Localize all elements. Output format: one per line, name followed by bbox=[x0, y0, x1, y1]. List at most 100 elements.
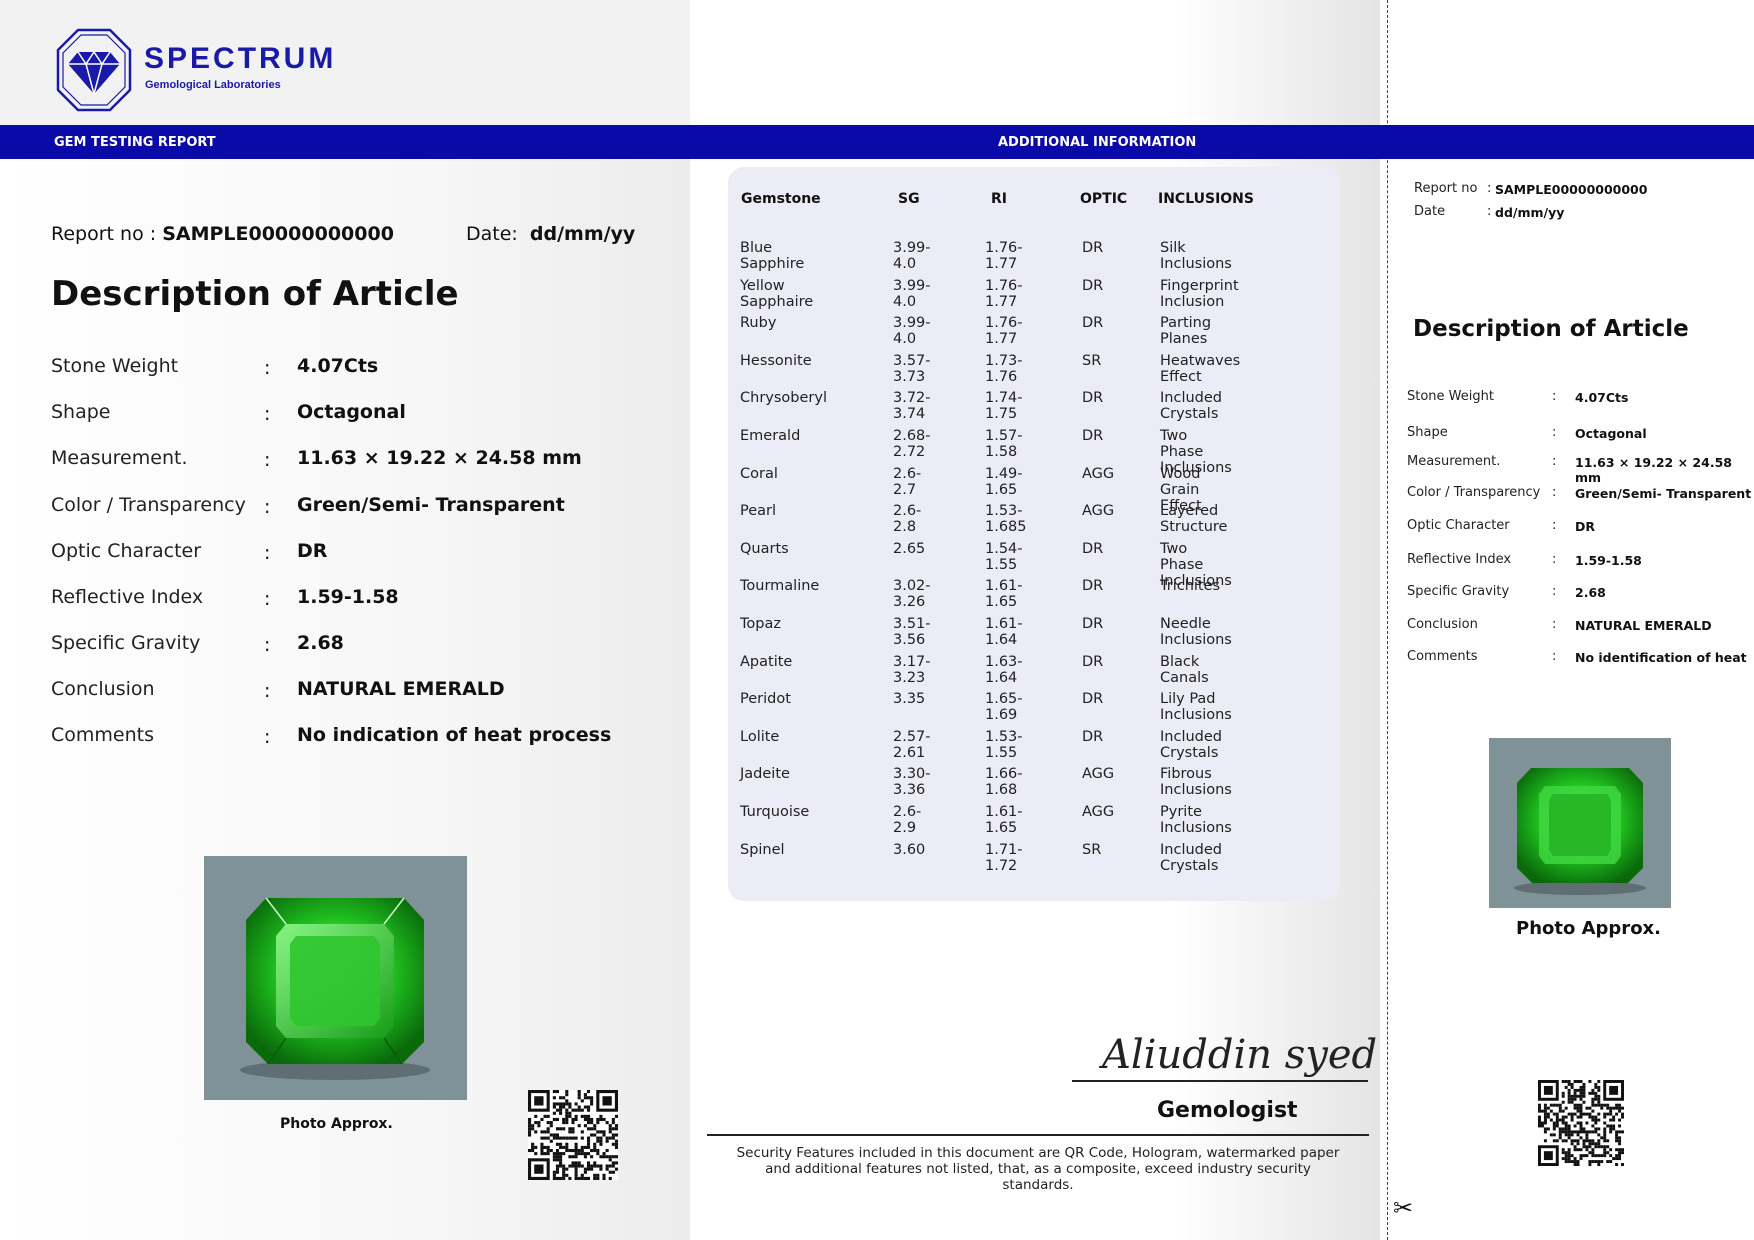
cell-gemstone: Chrysoberyl bbox=[740, 390, 827, 407]
gem-photo bbox=[204, 856, 467, 1100]
cell-ri: 1.57-1.58 bbox=[985, 428, 1023, 460]
cell-optic: SR bbox=[1082, 352, 1102, 369]
stub-field-colon: : bbox=[1552, 518, 1557, 533]
signer-role: Gemologist bbox=[1157, 1098, 1298, 1123]
stub-date: dd/mm/yy bbox=[1495, 205, 1565, 220]
field-value: DR bbox=[297, 540, 328, 562]
cell-gemstone: Peridot bbox=[740, 691, 791, 708]
diamond-octagon-icon bbox=[56, 28, 132, 112]
cell-sg: 3.02-3.26 bbox=[893, 578, 931, 611]
cell-gemstone: Yellow Sapphaire bbox=[740, 277, 814, 310]
stub-date-label: Date bbox=[1414, 204, 1446, 219]
field-value: 2.68 bbox=[297, 632, 344, 654]
cell-gemstone: Turquoise bbox=[740, 804, 810, 820]
additional-information-label: ADDITIONAL INFORMATION bbox=[998, 135, 1197, 150]
cell-inclusions: Included Crystals bbox=[1160, 390, 1222, 423]
stub-field-colon: : bbox=[1552, 485, 1557, 500]
cell-ri: 1.65-1.69 bbox=[985, 691, 1023, 724]
cell-inclusions: Included Crystals bbox=[1160, 728, 1222, 761]
cell-ri: 1.74-1.75 bbox=[985, 390, 1023, 423]
cell-inclusions: Pyrite Inclusions bbox=[1160, 804, 1232, 836]
scissors-icon: ✂ bbox=[1393, 1194, 1414, 1222]
cell-gemstone: Lolite bbox=[740, 728, 780, 745]
field-label: Optic Character bbox=[51, 540, 202, 562]
cell-gemstone: Quarts bbox=[740, 540, 789, 557]
cell-sg: 2.6-2.9 bbox=[893, 804, 922, 836]
cell-sg: 3.35 bbox=[893, 691, 926, 708]
cell-inclusions: Heatwaves Effect bbox=[1160, 352, 1241, 385]
cell-inclusions: Parting Planes bbox=[1160, 315, 1212, 348]
stub-title: Description of Article bbox=[1413, 316, 1689, 342]
stub-field-colon: : bbox=[1552, 389, 1557, 404]
cell-sg: 2.57-2.61 bbox=[893, 728, 931, 761]
stub-field-label: Specific Gravity bbox=[1407, 584, 1510, 599]
cell-sg: 3.30-3.36 bbox=[893, 766, 931, 799]
stub-field-value: NATURAL EMERALD bbox=[1575, 618, 1712, 633]
signature: Aliuddin syed bbox=[1102, 1032, 1378, 1078]
stub-field-label: Reflective Index bbox=[1407, 552, 1512, 567]
cell-gemstone: Hessonite bbox=[740, 352, 812, 369]
cell-ri: 1.76-1.77 bbox=[985, 277, 1023, 310]
field-label: Specific Gravity bbox=[51, 632, 201, 654]
cell-sg: 3.17-3.23 bbox=[893, 653, 931, 686]
column-header-optic: OPTIC bbox=[1080, 191, 1128, 207]
cell-optic: DR bbox=[1082, 315, 1104, 332]
stub-field-value: DR bbox=[1575, 519, 1596, 534]
cell-ri: 1.49-1.65 bbox=[985, 465, 1023, 498]
emerald-image bbox=[240, 897, 430, 1080]
column-header-sg: SG bbox=[898, 191, 920, 207]
stub-field-value: Green/Semi- Transparent bbox=[1575, 486, 1752, 501]
cell-inclusions: Fibrous Inclusions bbox=[1160, 766, 1232, 799]
column-header-ri: RI bbox=[991, 191, 1007, 207]
field-value: NATURAL EMERALD bbox=[297, 678, 505, 700]
cut-line bbox=[1387, 0, 1388, 1240]
field-value: 4.07Cts bbox=[297, 355, 379, 377]
cell-gemstone: Emerald bbox=[740, 428, 801, 444]
stub-field-label: Conclusion bbox=[1407, 617, 1478, 632]
cell-optic: DR bbox=[1082, 240, 1104, 256]
stub-field-label: Comments bbox=[1407, 649, 1478, 664]
field-colon: : bbox=[264, 680, 271, 702]
field-value: Green/Semi- Transparent bbox=[297, 494, 565, 516]
cell-sg: 2.6-2.8 bbox=[893, 503, 922, 536]
cell-inclusions: Needle Inclusions bbox=[1160, 616, 1232, 648]
field-label: Shape bbox=[51, 401, 111, 423]
cell-optic: DR bbox=[1082, 728, 1104, 745]
logo-name: SPECTRUM bbox=[144, 42, 337, 75]
cell-optic: AGG bbox=[1082, 804, 1115, 820]
cell-optic: DR bbox=[1082, 428, 1104, 444]
stub-field-label: Measurement. bbox=[1407, 454, 1501, 469]
emerald-image bbox=[1514, 768, 1646, 895]
cell-optic: DR bbox=[1082, 691, 1104, 708]
field-label: Comments bbox=[51, 724, 154, 746]
cell-ri: 1.54-1.55 bbox=[985, 540, 1023, 573]
cell-sg: 2.6-2.7 bbox=[893, 465, 922, 498]
cell-ri: 1.66-1.68 bbox=[985, 766, 1023, 799]
cell-optic: AGG bbox=[1082, 465, 1115, 482]
cell-sg: 3.51-3.56 bbox=[893, 616, 931, 648]
cell-optic: DR bbox=[1082, 390, 1104, 407]
stub-report-label: Report no bbox=[1414, 181, 1478, 196]
cell-ri: 1.76-1.77 bbox=[985, 240, 1023, 272]
field-colon: : bbox=[264, 449, 271, 471]
cell-sg: 3.99-4.0 bbox=[893, 240, 931, 272]
gem-testing-report-label: GEM TESTING REPORT bbox=[54, 135, 216, 150]
cell-ri: 1.61-1.64 bbox=[985, 616, 1023, 648]
stub-field-label: Stone Weight bbox=[1407, 389, 1494, 404]
field-label: Conclusion bbox=[51, 678, 155, 700]
cell-inclusions: Black Canals bbox=[1160, 653, 1209, 686]
cell-inclusions: Trichites bbox=[1160, 578, 1221, 595]
stub-field-value: 4.07Cts bbox=[1575, 390, 1629, 405]
field-label: Color / Transparency bbox=[51, 494, 246, 516]
cell-ri: 1.61-1.65 bbox=[985, 804, 1023, 836]
header-bar bbox=[0, 125, 1754, 159]
cell-gemstone: Blue Sapphire bbox=[740, 240, 805, 272]
stub-field-value: No identification of heat bbox=[1575, 650, 1747, 665]
cell-gemstone: Pearl bbox=[740, 503, 777, 520]
field-label: Stone Weight bbox=[51, 355, 179, 377]
cell-optic: AGG bbox=[1082, 766, 1115, 783]
cell-gemstone: Apatite bbox=[740, 653, 793, 670]
stub-field-value: Octagonal bbox=[1575, 426, 1647, 441]
logo-subtitle: Gemological Laboratories bbox=[145, 79, 281, 91]
stub-field-label: Optic Character bbox=[1407, 518, 1510, 533]
